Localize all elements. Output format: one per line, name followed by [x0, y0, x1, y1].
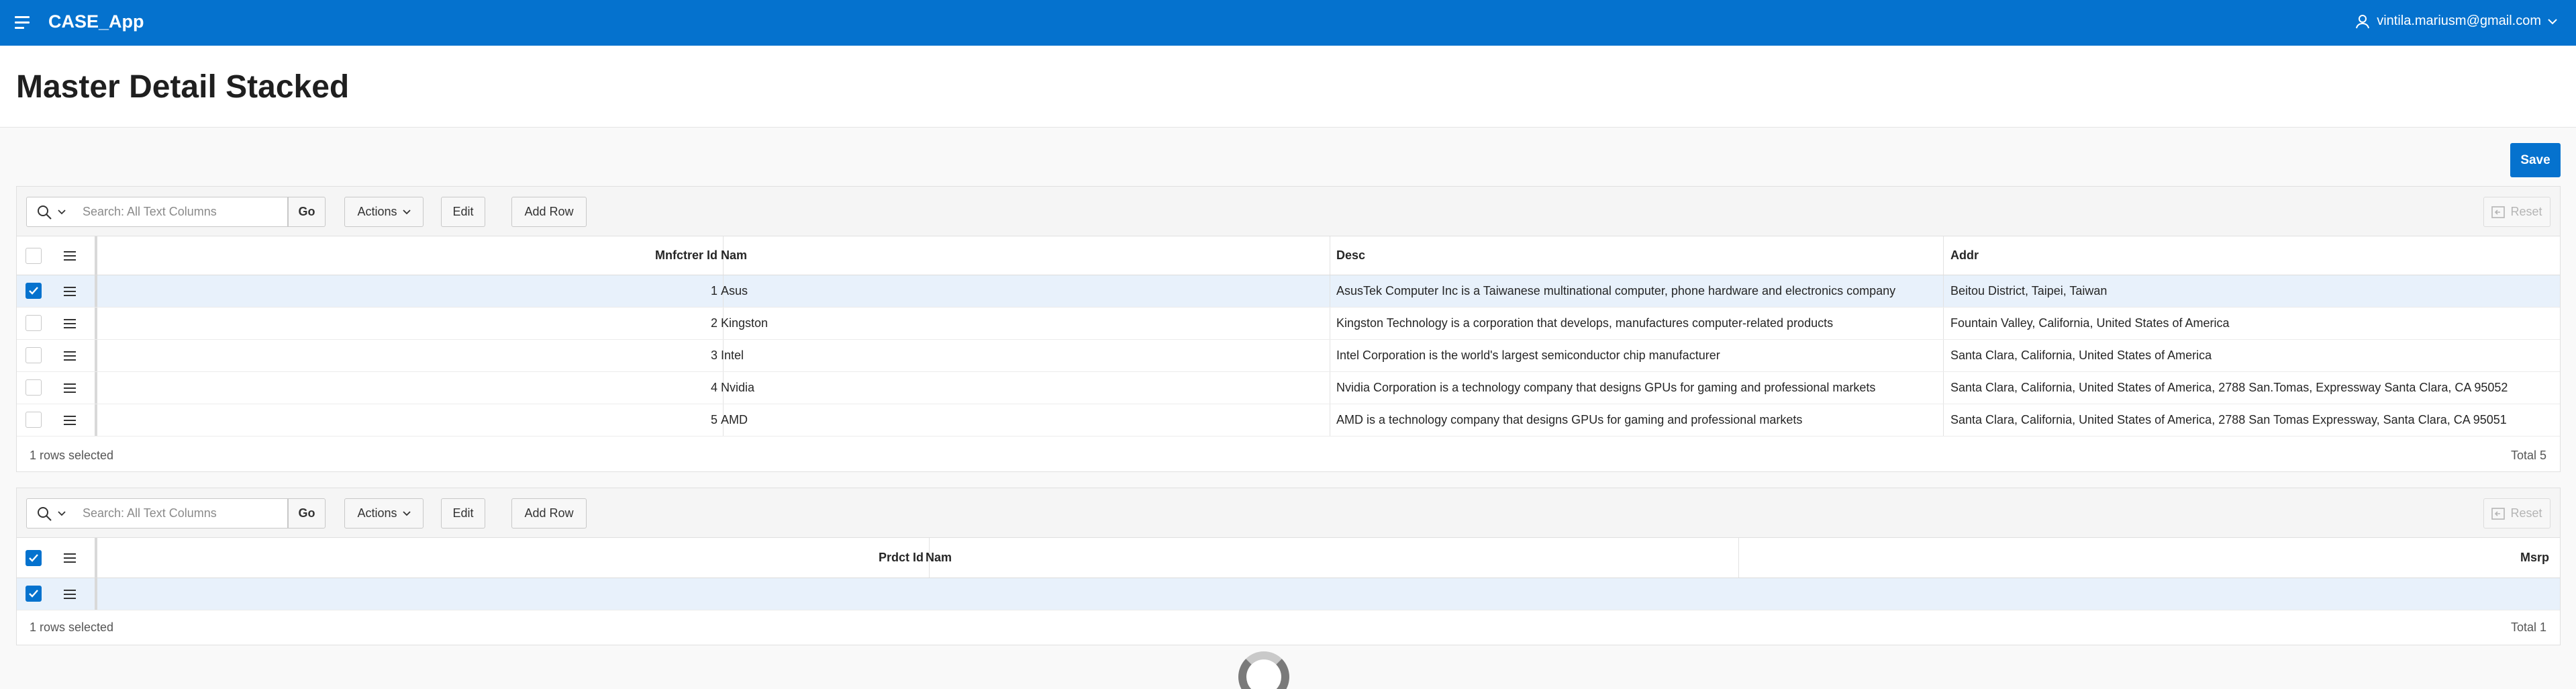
- row-select-checkbox[interactable]: [26, 315, 42, 331]
- loading-spinner: [1238, 651, 1289, 689]
- table-row[interactable]: 5 AMD AMD is a technology company that d…: [17, 404, 2560, 437]
- column-header-mnfctrer-id[interactable]: Mnfctrer Id: [97, 236, 717, 275]
- search-input[interactable]: [75, 498, 288, 529]
- page-title: Master Detail Stacked: [16, 69, 350, 105]
- row-select-checkbox[interactable]: [26, 586, 42, 602]
- column-header-nam[interactable]: Nam: [926, 538, 1731, 578]
- reset-button[interactable]: Reset: [2483, 197, 2550, 227]
- column-header-msrp[interactable]: Msrp: [1745, 538, 2549, 578]
- app-title[interactable]: CASE_App: [48, 11, 144, 32]
- row-total: Total 5: [2510, 449, 2546, 462]
- detail-grid-region: Go Actions Edit Add Row Reset Prdct Id N…: [16, 488, 2561, 645]
- selection-count: 1 rows selected: [30, 621, 114, 634]
- actions-label: Actions: [357, 506, 397, 520]
- cell-nam[interactable]: Nvidia: [721, 372, 1325, 404]
- grid-header-row: Mnfctrer Id Nam Desc Addr: [17, 236, 2560, 275]
- reset-icon: [2491, 205, 2506, 218]
- go-button[interactable]: Go: [288, 197, 326, 227]
- reset-button[interactable]: Reset: [2483, 498, 2550, 529]
- grid-header-row: Prdct Id Nam Msrp: [17, 538, 2560, 578]
- select-all-checkbox[interactable]: [26, 248, 42, 264]
- top-navigation-bar: CASE_App vintila.mariusm@gmail.com: [0, 0, 2576, 46]
- save-button[interactable]: Save: [2510, 143, 2561, 177]
- table-row[interactable]: 4 Nvidia Nvidia Corporation is a technol…: [17, 372, 2560, 404]
- selection-count: 1 rows selected: [30, 449, 114, 462]
- chevron-down-icon: [57, 209, 66, 214]
- cell-addr[interactable]: Santa Clara, California, United States o…: [1950, 404, 2555, 436]
- detail-toolbar: Go Actions Edit Add Row Reset: [17, 488, 2560, 538]
- user-name: vintila.mariusm@gmail.com: [2377, 13, 2541, 28]
- reset-label: Reset: [2510, 205, 2542, 218]
- cell-desc[interactable]: AsusTek Computer Inc is a Taiwanese mult…: [1336, 275, 1940, 307]
- column-header-nam[interactable]: Nam: [721, 236, 1325, 275]
- cell-nam[interactable]: Intel: [721, 340, 1325, 371]
- add-row-button[interactable]: Add Row: [511, 197, 587, 227]
- cell-mnfctrer-id[interactable]: 1: [97, 275, 717, 307]
- row-actions-icon[interactable]: [64, 590, 77, 599]
- detail-grid-footer: 1 rows selected Total 1: [17, 611, 2560, 643]
- cell-nam[interactable]: Asus: [721, 275, 1325, 307]
- reset-icon: [2491, 507, 2506, 520]
- chevron-down-icon: [402, 209, 411, 214]
- go-button[interactable]: Go: [288, 498, 326, 529]
- reset-label: Reset: [2510, 506, 2542, 520]
- cell-mnfctrer-id[interactable]: 4: [97, 372, 717, 404]
- cell-addr[interactable]: Santa Clara, California, United States o…: [1950, 340, 2555, 371]
- add-row-button[interactable]: Add Row: [511, 498, 587, 529]
- chevron-down-icon: [402, 510, 411, 516]
- cell-addr[interactable]: Santa Clara, California, United States o…: [1950, 372, 2555, 404]
- actions-menu-button[interactable]: Actions: [344, 197, 424, 227]
- cell-mnfctrer-id[interactable]: 5: [97, 404, 717, 436]
- row-select-checkbox[interactable]: [26, 379, 42, 396]
- table-row[interactable]: 3 Intel Intel Corporation is the world's…: [17, 340, 2560, 372]
- user-icon: [2356, 14, 2370, 28]
- row-select-checkbox[interactable]: [26, 283, 42, 299]
- cell-desc[interactable]: Intel Corporation is the world's largest…: [1336, 340, 1940, 371]
- cell-nam[interactable]: Kingston: [721, 308, 1325, 339]
- cell-addr[interactable]: Fountain Valley, California, United Stat…: [1950, 308, 2555, 339]
- user-menu[interactable]: vintila.mariusm@gmail.com: [2355, 13, 2557, 29]
- row-actions-icon[interactable]: [64, 351, 77, 361]
- column-header-addr[interactable]: Addr: [1950, 236, 2555, 275]
- column-header-prdct-id[interactable]: Prdct Id: [97, 538, 924, 578]
- search-input[interactable]: [75, 197, 288, 227]
- row-select-checkbox[interactable]: [26, 412, 42, 428]
- search-icon: [37, 205, 52, 220]
- row-actions-icon[interactable]: [64, 287, 77, 296]
- row-actions-icon[interactable]: [64, 319, 77, 328]
- row-actions-icon[interactable]: [64, 416, 77, 425]
- table-row[interactable]: 2 Kingston Kingston Technology is a corp…: [17, 308, 2560, 340]
- cell-desc[interactable]: Kingston Technology is a corporation tha…: [1336, 308, 1940, 339]
- edit-button[interactable]: Edit: [441, 498, 485, 529]
- row-actions-icon[interactable]: [64, 383, 77, 393]
- master-toolbar: Go Actions Edit Add Row Reset: [17, 187, 2560, 236]
- actions-menu-button[interactable]: Actions: [344, 498, 424, 529]
- select-all-checkbox[interactable]: [26, 550, 42, 566]
- search-icon: [37, 506, 52, 521]
- row-total: Total 1: [2510, 621, 2546, 634]
- cell-mnfctrer-id[interactable]: 3: [97, 340, 717, 371]
- master-grid-footer: 1 rows selected Total 5: [17, 439, 2560, 471]
- column-header-desc[interactable]: Desc: [1336, 236, 1940, 275]
- table-row[interactable]: [17, 578, 2560, 610]
- menu-icon[interactable]: [15, 16, 31, 30]
- edit-button[interactable]: Edit: [441, 197, 485, 227]
- row-select-checkbox[interactable]: [26, 347, 42, 363]
- master-grid-region: Go Actions Edit Add Row Reset Mnfctrer I…: [16, 186, 2561, 472]
- row-actions-icon: [64, 553, 77, 563]
- actions-label: Actions: [357, 205, 397, 218]
- search-column-menu[interactable]: [26, 197, 75, 227]
- chevron-down-icon: [57, 510, 66, 516]
- search-column-menu[interactable]: [26, 498, 75, 529]
- cell-nam[interactable]: AMD: [721, 404, 1325, 436]
- cell-mnfctrer-id[interactable]: 2: [97, 308, 717, 339]
- cell-desc[interactable]: Nvidia Corporation is a technology compa…: [1336, 372, 1940, 404]
- cell-addr[interactable]: Beitou District, Taipei, Taiwan: [1950, 275, 2555, 307]
- chevron-down-icon: [2548, 18, 2557, 24]
- page-header: Master Detail Stacked: [0, 46, 2576, 128]
- cell-desc[interactable]: AMD is a technology company that designs…: [1336, 404, 1940, 436]
- table-row[interactable]: 1 Asus AsusTek Computer Inc is a Taiwane…: [17, 275, 2560, 308]
- row-actions-icon: [64, 251, 77, 261]
